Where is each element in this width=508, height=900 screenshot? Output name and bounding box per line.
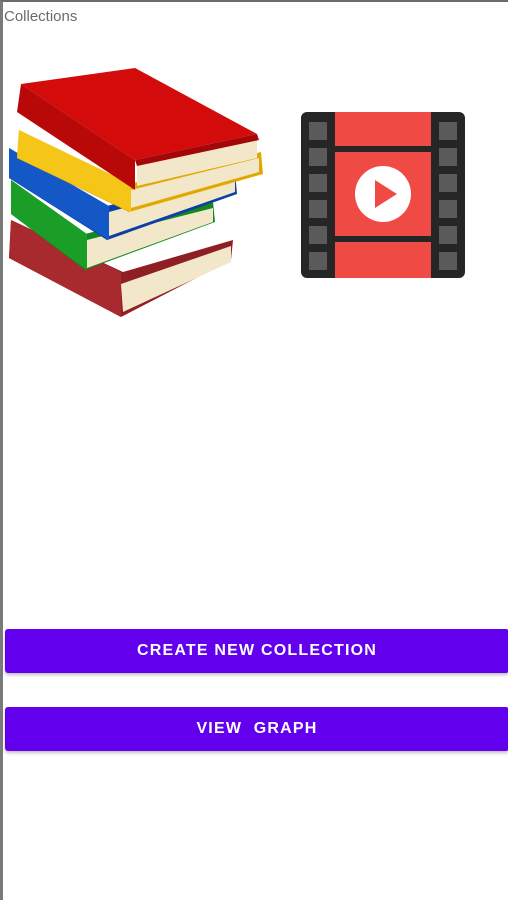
create-new-collection-button[interactable]: CREATE NEW COLLECTION xyxy=(5,629,508,673)
view-graph-button[interactable]: VIEW GRAPH xyxy=(5,707,508,751)
collections-screen: Collections CREATE NEW COLLECTION VIEW G… xyxy=(0,0,508,900)
page-title: Collections xyxy=(4,8,78,25)
movie-film-icon[interactable] xyxy=(299,110,467,280)
books-stack-icon[interactable] xyxy=(3,62,271,324)
